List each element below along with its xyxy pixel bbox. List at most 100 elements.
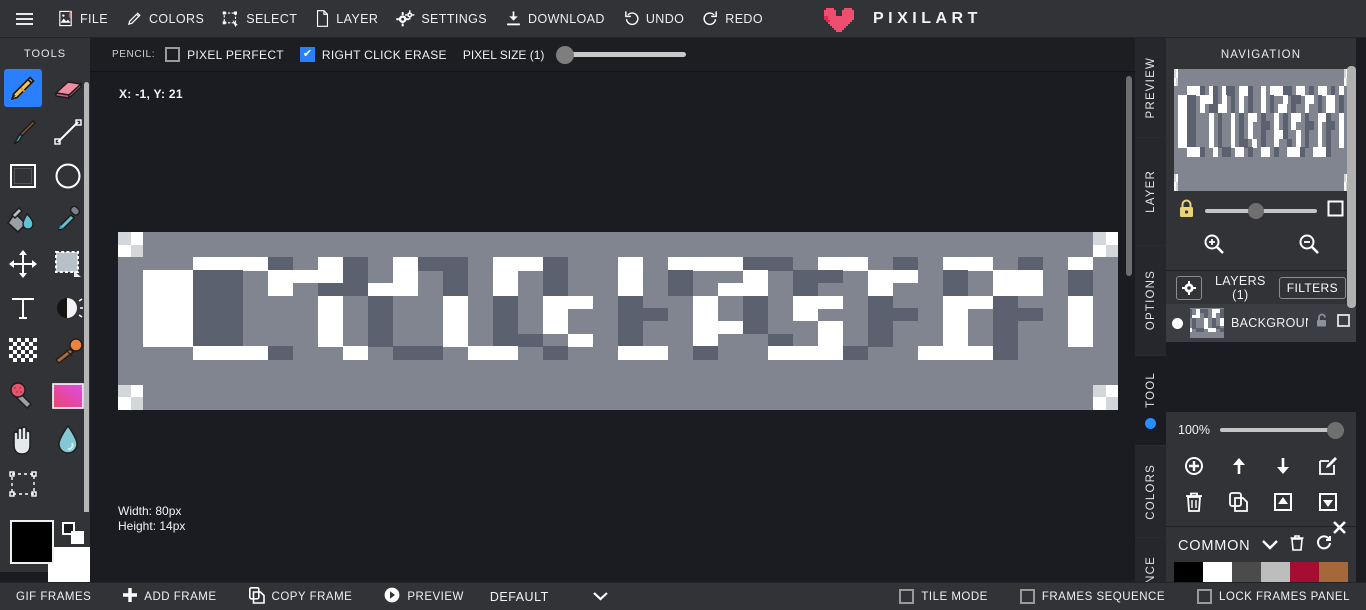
add-frame-button[interactable]: ADD FRAME [107,583,232,610]
palette-swatch[interactable] [1319,562,1348,584]
menu-item-select[interactable]: SELECT [213,0,306,38]
lock-frames-panel-toggle[interactable]: LOCK FRAMES PANEL [1181,583,1366,610]
pixel-size-slider[interactable] [556,45,687,64]
square-outline-icon[interactable] [1327,200,1344,222]
vtab-layer[interactable]: LAYER [1135,138,1166,246]
art-pixel-run [618,308,669,322]
tool-pencil[interactable] [0,66,45,110]
vtab-preview[interactable]: PREVIEW [1135,38,1166,138]
art-pixel-run [918,346,994,360]
lock-frames-panel-checkbox[interactable] [1197,589,1212,604]
art-pixel-run [143,295,194,309]
art-pixel-run [343,257,369,271]
menu-item-undo[interactable]: UNDO [614,0,693,38]
frame-select-dropdown[interactable]: DEFAULT [480,590,618,604]
palette-swatch[interactable] [1232,562,1261,584]
menu-item-download[interactable]: DOWNLOAD [496,0,614,38]
zoom-slider[interactable] [1205,203,1317,219]
pixel-perfect-checkbox[interactable] [165,47,181,62]
lock-frames-panel-label: LOCK FRAMES PANEL [1219,590,1350,603]
menu-item-redo[interactable]: REDO [693,0,772,38]
tool-dither[interactable] [0,330,45,374]
download-icon [505,10,522,27]
tool-spray[interactable] [0,374,45,418]
art-pixel-run [368,295,394,309]
art-pixel-run [318,308,344,322]
unlocked-padlock-icon[interactable] [1315,313,1330,333]
frames-sequence-toggle[interactable]: FRAMES SEQUENCE [1004,583,1181,610]
navigation-zoom-buttons [1166,227,1356,270]
vtab-label: PREVIEW [1144,56,1157,119]
navigation-preview[interactable] [1174,69,1348,191]
tool-fill[interactable] [0,198,45,242]
duplicate-layer-button[interactable] [1217,484,1262,520]
canvas-workspace[interactable]: X: -1, Y: 21 Width: 80px Height: 14px [90,72,1135,582]
pencil-icon [126,10,143,27]
palette-delete-icon[interactable] [1290,535,1304,556]
file-image-icon [57,10,74,27]
canvas-vertical-scrollbar[interactable] [1126,76,1132,276]
palette-swatch[interactable] [1203,562,1232,584]
layer-opacity-slider[interactable] [1219,421,1344,439]
layer-select-icon[interactable] [1337,314,1350,332]
art-pixel-run [993,282,1044,296]
vtab-tool[interactable]: TOOL [1135,356,1166,446]
menu-item-colors[interactable]: COLORS [117,0,213,38]
merge-up-button[interactable] [1261,484,1306,520]
chevron-down-icon[interactable] [592,590,608,604]
tool-text[interactable] [0,286,45,330]
padlock-icon[interactable] [1178,199,1195,223]
filters-button[interactable]: FILTERS [1278,276,1346,299]
menu-item-layer[interactable]: LAYER [306,0,387,38]
hamburger-menu-icon[interactable] [0,0,48,38]
tool-brush[interactable] [0,110,45,154]
vtab-colors[interactable]: COLORS [1135,446,1166,538]
right-click-erase-toggle[interactable]: RIGHT CLICK ERASE [299,47,447,62]
right-click-erase-checkbox[interactable] [299,47,315,62]
pixel-perfect-toggle[interactable]: PIXEL PERFECT [165,47,284,62]
tool-rectangle[interactable] [0,154,45,198]
move-layer-down-button[interactable] [1261,448,1306,484]
palette-swatch[interactable] [1290,562,1319,584]
opacity-slider-knob[interactable] [1327,421,1344,439]
foreground-color-swatch[interactable] [10,520,54,564]
menu-item-file[interactable]: FILE [48,0,117,38]
magnifier-minus-icon[interactable] [1298,233,1320,260]
tool-move[interactable] [0,242,45,286]
edit-layer-button[interactable] [1306,448,1351,484]
pixel-art-canvas[interactable] [118,232,1118,410]
art-pixel-run [568,333,594,347]
pixilart-logo[interactable]: PIXILART [823,6,982,32]
gif-frames-label: GIF FRAMES [16,590,92,603]
tile-mode-checkbox[interactable] [899,589,915,604]
frames-sequence-checkbox[interactable] [1019,589,1035,604]
art-pixel-run [943,333,969,347]
close-x-icon[interactable] [1326,514,1352,540]
copy-frame-button[interactable]: COPY FRAME [233,583,369,610]
undo-arrow-icon [623,10,640,27]
menu-label-redo: REDO [725,11,763,26]
tool-crop[interactable] [0,462,45,506]
delete-layer-button[interactable] [1172,484,1217,520]
gear-icon[interactable] [1176,275,1202,300]
palette-swatch[interactable] [1261,562,1290,584]
preview-button[interactable]: PREVIEW [368,583,480,610]
gif-frames-button[interactable]: GIF FRAMES [0,583,107,610]
tool-pan[interactable] [0,418,45,462]
right-panel-scrollbar[interactable] [1347,66,1356,308]
vtab-options[interactable]: OPTIONS [1135,246,1166,356]
menu-item-settings[interactable]: SETTINGS [387,0,496,38]
layer-row[interactable]: BACKGROUND [1166,304,1356,342]
magnifier-plus-icon[interactable] [1203,233,1225,260]
tools-scrollbar[interactable] [84,82,89,542]
pixel-size-slider-knob[interactable] [556,45,575,64]
add-layer-button[interactable] [1172,448,1217,484]
art-pixel-run [493,270,519,284]
swap-colors-icon[interactable] [62,522,84,544]
tile-mode-toggle[interactable]: TILE MODE [883,583,1003,610]
layer-visibility-icon[interactable] [1172,317,1183,329]
zoom-slider-knob[interactable] [1247,203,1264,219]
chevron-down-icon[interactable] [1262,537,1279,555]
palette-swatch[interactable] [1174,562,1203,584]
move-layer-up-button[interactable] [1217,448,1262,484]
